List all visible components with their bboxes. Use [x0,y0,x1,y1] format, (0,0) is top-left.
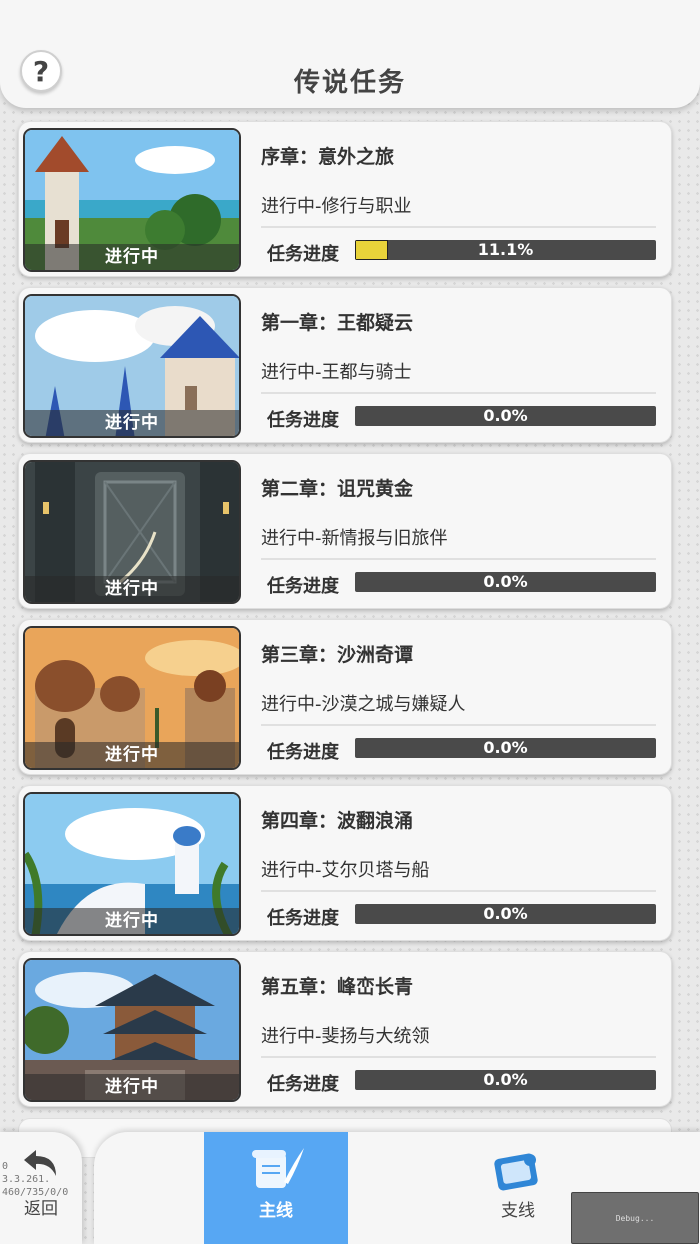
divider [261,724,656,726]
progress-label: 任务进度 [267,1074,339,1095]
quest-subtitle: 进行中-斐扬与大统领 [261,1026,430,1047]
divider [261,1056,656,1058]
progress-bar: 0.0% [355,738,656,758]
progress-bar: 0.0% [355,406,656,426]
progress-bar: 11.1% [355,240,656,260]
quest-title: 第二章：诅咒黄金 [261,478,414,500]
quest-title: 序章：意外之旅 [261,146,395,168]
progress-text: 0.0% [483,1070,528,1089]
progress-label: 任务进度 [267,908,339,929]
progress-text: 0.0% [483,738,528,757]
quest-subtitle: 进行中-修行与职业 [261,196,412,217]
progress-label: 任务进度 [267,244,339,265]
quest-status-badge: 进行中 [25,576,239,602]
quest-card[interactable]: 进行中 第五章：峰峦长青 进行中-斐扬与大统领 任务进度 0.0% [18,951,672,1107]
quest-card[interactable]: 进行中 第四章：波翻浪涌 进行中-艾尔贝塔与船 任务进度 0.0% [18,785,672,941]
progress-text: 0.0% [483,904,528,923]
quest-status-badge: 进行中 [25,742,239,768]
quest-card[interactable]: 进行中 第一章：王都疑云 进行中-王都与骑士 任务进度 0.0% [18,287,672,443]
quest-subtitle: 进行中-王都与骑士 [261,362,412,383]
header: ? 传说任务 [0,0,700,108]
debug-overlay-text: 0 3.3.261. 460/735/0/0 [2,1161,69,1198]
progress-label: 任务进度 [267,742,339,763]
quest-card[interactable]: 进行中 序章：意外之旅 进行中-修行与职业 任务进度 11.1% [18,121,672,277]
quest-subtitle: 进行中-艾尔贝塔与船 [261,860,430,881]
progress-text: 0.0% [483,572,528,591]
quest-title: 第五章：峰峦长青 [261,976,414,998]
debug-box[interactable]: Debug... [571,1192,699,1244]
quest-thumbnail: 进行中 [23,958,241,1102]
quest-title: 第四章：波翻浪涌 [261,810,414,832]
quest-subtitle: 进行中-新情报与旧旅伴 [261,528,448,549]
progress-bar: 0.0% [355,572,656,592]
quest-thumbnail: 进行中 [23,792,241,936]
side-quest-scroll-icon [494,1153,538,1191]
tab-main-label: 主线 [259,1201,293,1221]
progress-bar: 0.0% [355,904,656,924]
divider [261,226,656,228]
quest-status-badge: 进行中 [25,410,239,436]
quest-subtitle: 进行中-沙漠之城与嫌疑人 [261,694,466,715]
quest-thumbnail: 进行中 [23,460,241,604]
progress-bar: 0.0% [355,1070,656,1090]
quest-card[interactable]: 进行中 第二章：诅咒黄金 进行中-新情报与旧旅伴 任务进度 0.0% [18,453,672,609]
divider [261,558,656,560]
quest-thumbnail: 进行中 [23,294,241,438]
scroll-feather-icon [252,1148,304,1188]
quest-status-badge: 进行中 [25,1074,239,1100]
progress-text: 11.1% [477,240,534,259]
divider [261,392,656,394]
progress-text: 0.0% [483,406,528,425]
progress-label: 任务进度 [267,576,339,597]
quest-status-badge: 进行中 [25,244,239,270]
page-title: 传说任务 [293,68,406,98]
tab-side-label[interactable]: 支线 [470,1196,566,1221]
quest-title: 第三章：沙洲奇谭 [261,644,414,666]
divider [261,890,656,892]
quest-title: 第一章：王都疑云 [261,312,414,334]
quest-status-badge: 进行中 [25,908,239,934]
tab-main-quest[interactable]: 主线 [204,1132,348,1244]
progress-label: 任务进度 [267,410,339,431]
quest-thumbnail: 进行中 [23,128,241,272]
quest-card[interactable]: 进行中 第三章：沙洲奇谭 进行中-沙漠之城与嫌疑人 任务进度 0.0% [18,619,672,775]
quest-thumbnail: 进行中 [23,626,241,770]
